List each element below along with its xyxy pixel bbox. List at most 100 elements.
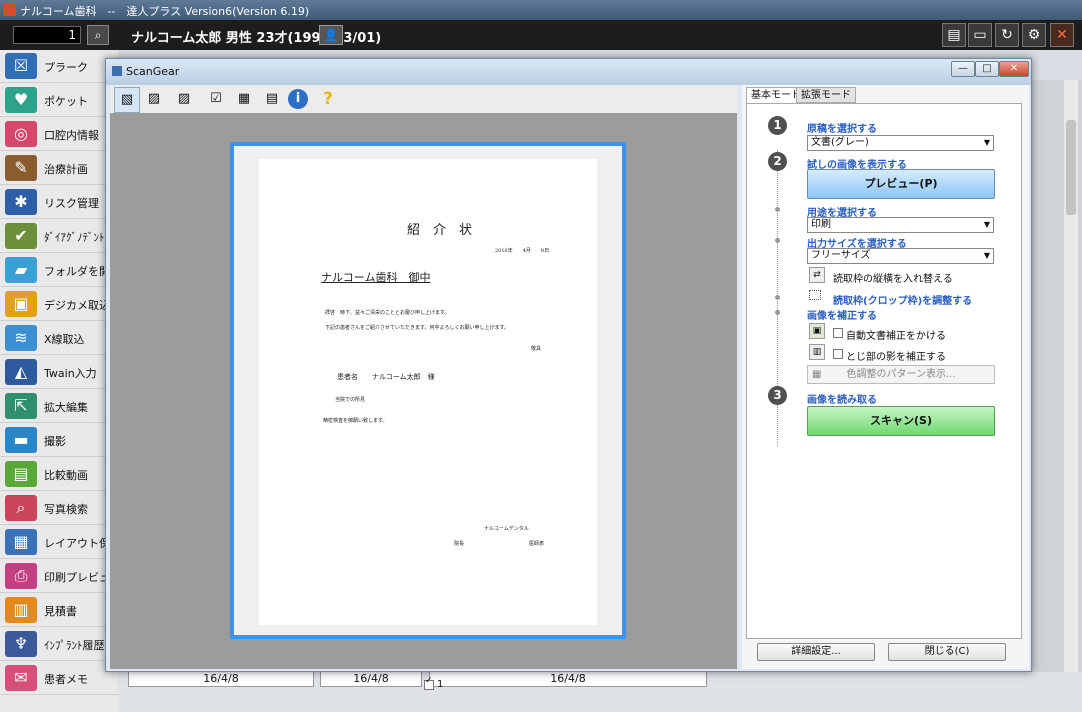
sidebar-item-icon: ⌕	[5, 495, 37, 521]
search-icon[interactable]: ⌕	[87, 25, 109, 45]
select-all-icon[interactable]: ☑	[204, 87, 228, 111]
sidebar-item[interactable]: ⇱ 拡大編集	[0, 390, 118, 423]
app-icon	[3, 3, 16, 16]
sidebar-item[interactable]: ☒ プラーク	[0, 50, 118, 83]
swap-orientation-label: 読取枠の縦横を入れ替える	[833, 274, 953, 285]
sidebar-item-icon: ▦	[5, 529, 37, 555]
sidebar-item[interactable]: ✉ 患者メモ	[0, 662, 118, 695]
check-icon: ✓	[425, 676, 433, 686]
chevron-down-icon: ▼	[983, 138, 990, 147]
sidebar-item[interactable]: ▰ フォルダを開	[0, 254, 118, 287]
gutter-shadow-checkbox[interactable]	[833, 349, 843, 359]
sidebar-item-icon: ◎	[5, 121, 37, 147]
step-dot	[775, 310, 780, 315]
scangear-titlebar: ScanGear — □ ✕	[106, 59, 1031, 85]
doc-body: 下記の患者さんをご紹介させていただきます。何卒よろしくお願い申し上げます。	[325, 325, 510, 331]
sidebar-item[interactable]: ▣ デジカメ取込	[0, 288, 118, 321]
crop-frame-icon	[809, 290, 821, 300]
sidebar-item[interactable]: ▬ 撮影	[0, 424, 118, 457]
sidebar-item-icon: ▰	[5, 257, 37, 283]
scrollbar-thumb[interactable]	[1066, 120, 1076, 215]
scangear-logo-icon	[112, 66, 122, 76]
color-pattern-button[interactable]: ▦ 色調整のパターン表示...	[807, 365, 995, 384]
crop-frame-label[interactable]: 読取枠(クロップ枠)を調整する	[833, 292, 972, 307]
close-icon[interactable]: ✕	[1050, 23, 1074, 47]
chevron-down-icon: ▼	[983, 251, 990, 260]
sidebar-item-icon: ≋	[5, 325, 37, 351]
doc-request: 精密検査を御願い致します。	[323, 418, 388, 424]
sidebar-item[interactable]: ≋ X線取込	[0, 322, 118, 355]
thumbnail-grid-icon[interactable]: ▦	[232, 87, 256, 111]
maximize-icon[interactable]: □	[975, 61, 999, 77]
image-correction-label: 画像を補正する	[807, 311, 877, 322]
swap-orientation-icon[interactable]: ⇄	[809, 267, 825, 283]
detail-settings-button[interactable]: 詳細設定...	[757, 643, 875, 661]
sidebar-item[interactable]: ♥ ポケット	[0, 84, 118, 117]
sidebar-item-icon: ▣	[5, 291, 37, 317]
sidebar-item[interactable]: ✔ ﾀﾞｲｱｸﾞﾉﾃﾞﾝﾄ	[0, 220, 118, 253]
close-button[interactable]: 閉じる(C)	[888, 643, 1006, 661]
doc-greeting: 拝啓 時下、益々ご清栄のこととお慶び申し上げます。	[325, 310, 450, 316]
sidebar-item-icon: ✔	[5, 223, 37, 249]
patient-card-icon[interactable]: 👤	[319, 25, 343, 45]
doc-date: 2016年 4月 8日	[495, 248, 550, 254]
purpose-dropdown[interactable]: 印刷 ▼	[807, 217, 994, 233]
sidebar-item-icon: ✎	[5, 155, 37, 181]
info-icon[interactable]: i	[288, 89, 308, 109]
settings-icon[interactable]: ⚙	[1022, 23, 1046, 47]
help-icon[interactable]: ?	[316, 87, 340, 111]
preview-area: 紹 介 状 2016年 4月 8日 ナルコーム歯科 御中 拝啓 時下、益々ご清栄…	[110, 113, 737, 690]
preview-button[interactable]: プレビュー(P)	[807, 169, 995, 199]
color-pattern-label: 色調整のパターン表示...	[846, 369, 956, 380]
doc-clinic: ナルコームデンタル	[484, 526, 529, 532]
chevron-down-icon: ▼	[983, 220, 990, 229]
settings-panel: 基本モード 拡張モード 1 原稿を選択する 文書(グレー) ▼ 2 試しの画像を表…	[742, 85, 1029, 669]
sidebar-item[interactable]: ⎙ 印刷プレビュ	[0, 560, 118, 593]
sidebar-item[interactable]: ⌕ 写真検索	[0, 492, 118, 525]
sidebar-item[interactable]: ▦ レイアウト保	[0, 526, 118, 559]
sidebar-item[interactable]: ♆ ｲﾝﾌﾟﾗﾝﾄ履歴	[0, 628, 118, 661]
scan-zoom-icon[interactable]: ▨	[142, 87, 166, 111]
minimize-icon[interactable]: —	[951, 61, 975, 77]
app-header: 1 ⌕ ナルコーム太郎 男性 23才(1993/03/01) 👤	[0, 20, 1082, 50]
document-thumbnail[interactable]: 紹 介 状 2016年 4月 8日 ナルコーム歯科 御中 拝啓 時下、益々ご清栄…	[230, 142, 626, 639]
thumbnail-list-icon[interactable]: ▤	[260, 87, 284, 111]
tab-advanced-mode[interactable]: 拡張モード	[796, 87, 856, 103]
sidebar-item[interactable]: ✎ 治療計画	[0, 152, 118, 185]
gutter-shadow-icon: ▥	[809, 344, 825, 360]
scan-image-icon[interactable]: ▧	[114, 87, 140, 113]
book-icon[interactable]: ▤	[942, 23, 966, 47]
sidebar-item-icon: ▤	[5, 461, 37, 487]
scangear-window: ScanGear — □ ✕ ▧ ▨ ▨ ☑ ▦ ▤ i ? 紹 介 状 201…	[105, 58, 1032, 690]
close-icon[interactable]: ✕	[999, 61, 1029, 77]
scangear-toolbar: ▧ ▨ ▨ ☑ ▦ ▤ i ?	[110, 85, 737, 113]
sidebar-item-icon: ▥	[5, 597, 37, 623]
doc-patient-line: 患者名 ナルコーム太郎 様	[337, 373, 435, 381]
sidebar-item-icon: ✉	[5, 665, 37, 691]
output-size-dropdown[interactable]: フリーサイズ ▼	[807, 248, 994, 264]
scan-image-2-icon[interactable]: ▨	[172, 87, 196, 111]
sidebar-item-icon: ✱	[5, 189, 37, 215]
monitor-icon[interactable]: ▭	[968, 23, 992, 47]
sidebar-item[interactable]: ▤ 比較動画	[0, 458, 118, 491]
sidebar-item-icon: ⎙	[5, 563, 37, 589]
scanned-page: 紹 介 状 2016年 4月 8日 ナルコーム歯科 御中 拝啓 時下、益々ご清栄…	[259, 159, 597, 625]
patient-info: ナルコーム太郎 男性 23才(1993/03/01)	[131, 31, 382, 46]
output-size-value: フリーサイズ	[811, 250, 871, 261]
step2-number: 2	[768, 152, 787, 171]
step-dot	[775, 207, 780, 212]
sidebar-item[interactable]: ▥ 見積書	[0, 594, 118, 627]
sidebar-item[interactable]: ✱ リスク管理	[0, 186, 118, 219]
refresh-icon[interactable]: ↻	[995, 23, 1019, 47]
auto-doc-correction-checkbox[interactable]	[833, 328, 843, 338]
source-dropdown[interactable]: 文書(グレー) ▼	[807, 135, 994, 151]
sidebar-item-icon: ◭	[5, 359, 37, 385]
doc-doctor-line: 院長 医師表	[454, 541, 545, 547]
patient-id-input[interactable]: 1	[13, 26, 81, 44]
scan-button[interactable]: スキャン(S)	[807, 406, 995, 436]
basic-mode-panel: 1 原稿を選択する 文書(グレー) ▼ 2 試しの画像を表示する プレビュー(P)…	[746, 103, 1022, 639]
step1-label: 原稿を選択する	[807, 124, 877, 135]
sidebar-item[interactable]: ◭ Twain入力	[0, 356, 118, 389]
step-dot	[775, 238, 780, 243]
sidebar-item[interactable]: ◎ 口腔内情報	[0, 118, 118, 151]
